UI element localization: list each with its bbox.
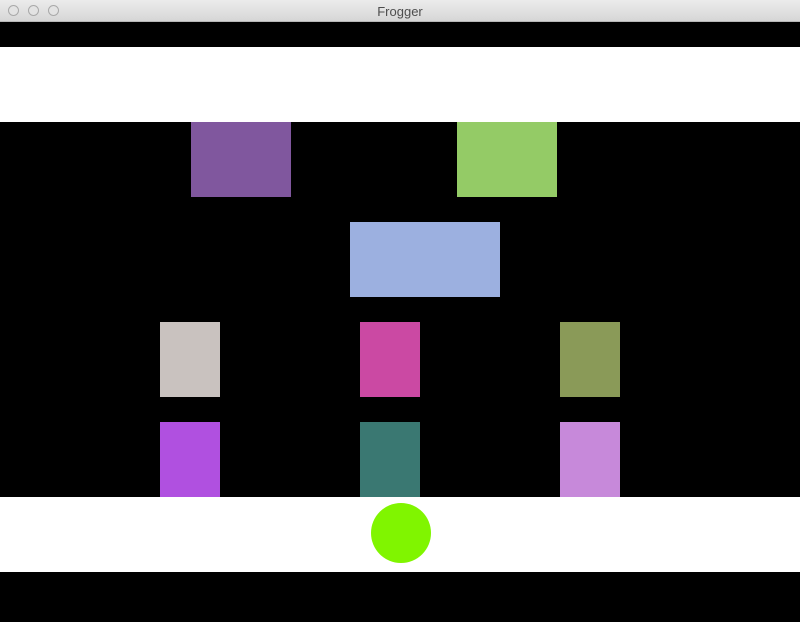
car-magenta xyxy=(360,322,420,397)
game-window: Frogger xyxy=(0,0,800,622)
car-purple xyxy=(191,122,291,197)
car-violet xyxy=(160,422,220,497)
car-green xyxy=(457,122,557,197)
car-beige xyxy=(160,322,220,397)
frog-player[interactable] xyxy=(371,503,431,563)
car-lilac xyxy=(560,422,620,497)
window-title: Frogger xyxy=(377,4,423,19)
car-blue xyxy=(350,222,500,297)
car-olive xyxy=(560,322,620,397)
car-teal xyxy=(360,422,420,497)
title-bar: Frogger xyxy=(0,0,800,22)
game-board[interactable] xyxy=(0,22,800,622)
goal-zone xyxy=(0,47,800,122)
